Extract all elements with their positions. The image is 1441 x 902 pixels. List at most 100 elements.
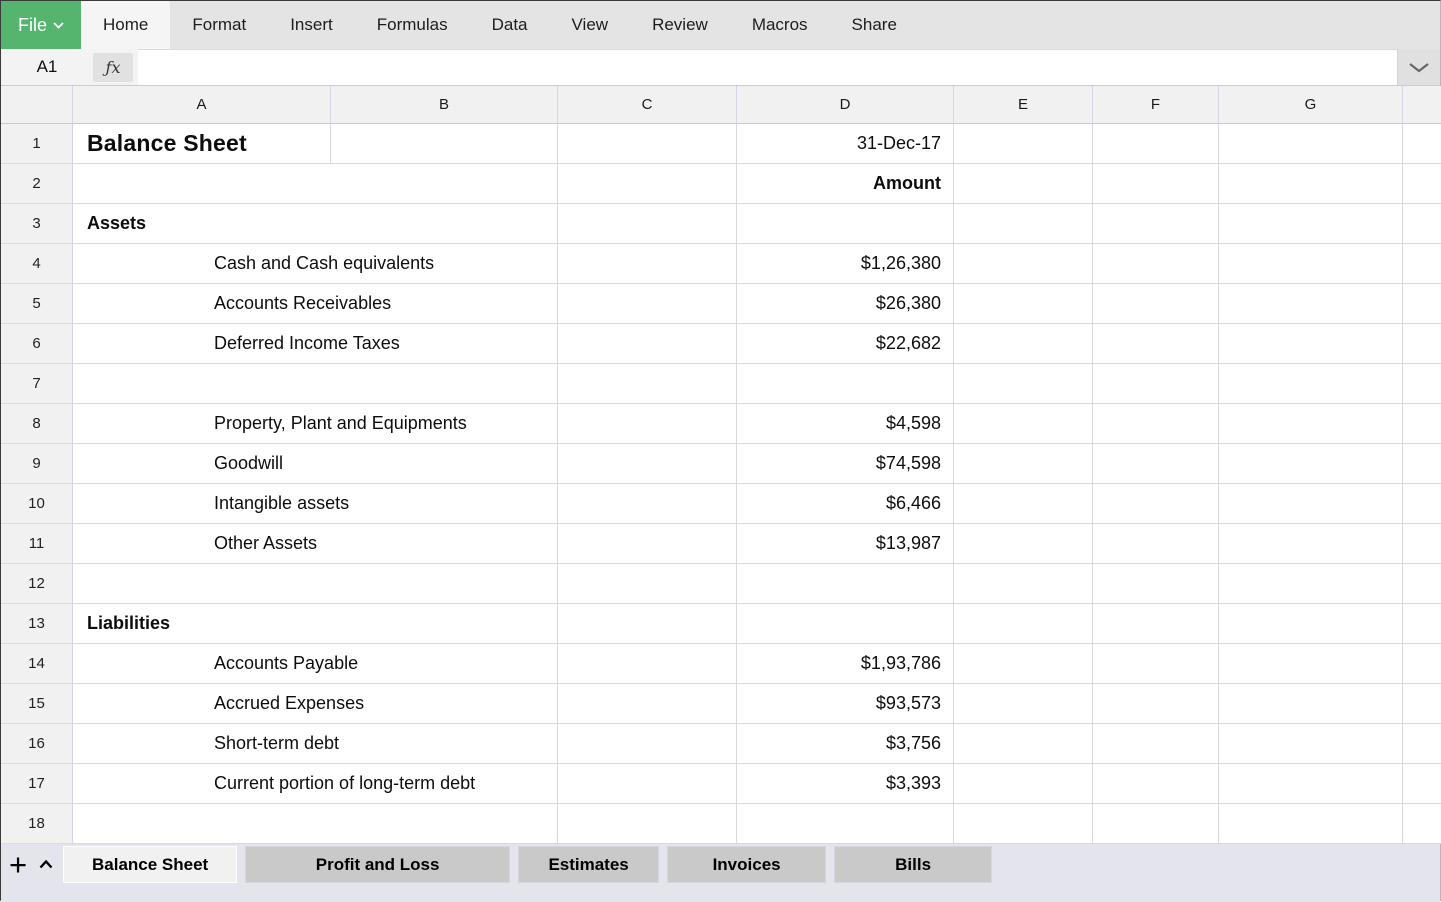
cell-A17[interactable]: Current portion of long-term debt: [73, 764, 558, 804]
row-header-17[interactable]: 17: [1, 764, 73, 804]
cell-F15[interactable]: [1093, 684, 1219, 724]
cell-G15[interactable]: [1219, 684, 1403, 724]
cell-G7[interactable]: [1219, 364, 1403, 404]
cell-A14[interactable]: Accounts Payable: [73, 644, 558, 684]
cell-C15[interactable]: [558, 684, 737, 724]
cell-F12[interactable]: [1093, 564, 1219, 604]
cell-C4[interactable]: [558, 244, 737, 284]
cell-A7[interactable]: [73, 364, 558, 404]
cell-F6[interactable]: [1093, 324, 1219, 364]
column-header-D[interactable]: D: [737, 86, 954, 124]
menu-item-data[interactable]: Data: [470, 1, 550, 49]
cell-D9[interactable]: $74,598: [737, 444, 954, 484]
cell-E18[interactable]: [954, 804, 1093, 844]
row-header-9[interactable]: 9: [1, 444, 73, 484]
cell-C11[interactable]: [558, 524, 737, 564]
cell-A13[interactable]: Liabilities: [73, 604, 558, 644]
sheet-tab-balance-sheet[interactable]: Balance Sheet: [63, 846, 237, 883]
cell-F5[interactable]: [1093, 284, 1219, 324]
cell-D17[interactable]: $3,393: [737, 764, 954, 804]
cell-G8[interactable]: [1219, 404, 1403, 444]
menu-item-macros[interactable]: Macros: [730, 1, 830, 49]
cell-D8[interactable]: $4,598: [737, 404, 954, 444]
row-header-4[interactable]: 4: [1, 244, 73, 284]
cell-A10[interactable]: Intangible assets: [73, 484, 558, 524]
cell-H1[interactable]: [1403, 124, 1441, 164]
cell-G1[interactable]: [1219, 124, 1403, 164]
cell-A2[interactable]: [73, 164, 558, 204]
cell-G12[interactable]: [1219, 564, 1403, 604]
cell-A11[interactable]: Other Assets: [73, 524, 558, 564]
formula-input[interactable]: [138, 49, 1397, 85]
cell-F13[interactable]: [1093, 604, 1219, 644]
cell-H3[interactable]: [1403, 204, 1441, 244]
cell-A1[interactable]: Balance Sheet: [73, 124, 331, 164]
cell-H12[interactable]: [1403, 564, 1441, 604]
cell-D13[interactable]: [737, 604, 954, 644]
cell-F18[interactable]: [1093, 804, 1219, 844]
cell-H14[interactable]: [1403, 644, 1441, 684]
cell-C7[interactable]: [558, 364, 737, 404]
row-header-6[interactable]: 6: [1, 324, 73, 364]
cell-F9[interactable]: [1093, 444, 1219, 484]
cell-C18[interactable]: [558, 804, 737, 844]
cell-A8[interactable]: Property, Plant and Equipments: [73, 404, 558, 444]
cell-F7[interactable]: [1093, 364, 1219, 404]
cell-C12[interactable]: [558, 564, 737, 604]
cell-C17[interactable]: [558, 764, 737, 804]
cell-A12[interactable]: [73, 564, 558, 604]
sheet-tab-estimates[interactable]: Estimates: [518, 846, 659, 883]
row-header-10[interactable]: 10: [1, 484, 73, 524]
cell-F8[interactable]: [1093, 404, 1219, 444]
cell-E4[interactable]: [954, 244, 1093, 284]
cell-E11[interactable]: [954, 524, 1093, 564]
row-header-1[interactable]: 1: [1, 124, 73, 164]
cell-H8[interactable]: [1403, 404, 1441, 444]
cell-E5[interactable]: [954, 284, 1093, 324]
cell-H17[interactable]: [1403, 764, 1441, 804]
menu-item-formulas[interactable]: Formulas: [355, 1, 470, 49]
row-header-3[interactable]: 3: [1, 204, 73, 244]
menu-item-format[interactable]: Format: [170, 1, 268, 49]
cell-H5[interactable]: [1403, 284, 1441, 324]
cell-C5[interactable]: [558, 284, 737, 324]
cell-H4[interactable]: [1403, 244, 1441, 284]
column-header-C[interactable]: C: [558, 86, 737, 124]
cell-F4[interactable]: [1093, 244, 1219, 284]
cell-G13[interactable]: [1219, 604, 1403, 644]
row-header-2[interactable]: 2: [1, 164, 73, 204]
cell-C16[interactable]: [558, 724, 737, 764]
cell-E7[interactable]: [954, 364, 1093, 404]
column-header-E[interactable]: E: [954, 86, 1093, 124]
cell-H16[interactable]: [1403, 724, 1441, 764]
menu-item-insert[interactable]: Insert: [268, 1, 355, 49]
cell-F16[interactable]: [1093, 724, 1219, 764]
cell-D12[interactable]: [737, 564, 954, 604]
cell-A9[interactable]: Goodwill: [73, 444, 558, 484]
select-all-corner[interactable]: [1, 86, 73, 124]
menu-item-review[interactable]: Review: [630, 1, 730, 49]
menu-item-share[interactable]: Share: [830, 1, 919, 49]
cell-E2[interactable]: [954, 164, 1093, 204]
cell-D10[interactable]: $6,466: [737, 484, 954, 524]
cell-C8[interactable]: [558, 404, 737, 444]
cell-E6[interactable]: [954, 324, 1093, 364]
row-header-5[interactable]: 5: [1, 284, 73, 324]
cell-A16[interactable]: Short-term debt: [73, 724, 558, 764]
cell-E3[interactable]: [954, 204, 1093, 244]
menu-item-view[interactable]: View: [550, 1, 631, 49]
cell-D5[interactable]: $26,380: [737, 284, 954, 324]
column-header-F[interactable]: F: [1093, 86, 1219, 124]
cell-C9[interactable]: [558, 444, 737, 484]
cell-F10[interactable]: [1093, 484, 1219, 524]
cell-G4[interactable]: [1219, 244, 1403, 284]
formula-bar-expand-button[interactable]: [1397, 49, 1440, 85]
cell-G10[interactable]: [1219, 484, 1403, 524]
row-header-15[interactable]: 15: [1, 684, 73, 724]
cell-A18[interactable]: [73, 804, 558, 844]
row-header-16[interactable]: 16: [1, 724, 73, 764]
cell-G11[interactable]: [1219, 524, 1403, 564]
cell-G16[interactable]: [1219, 724, 1403, 764]
sheet-list-button[interactable]: [39, 860, 53, 869]
cell-D6[interactable]: $22,682: [737, 324, 954, 364]
